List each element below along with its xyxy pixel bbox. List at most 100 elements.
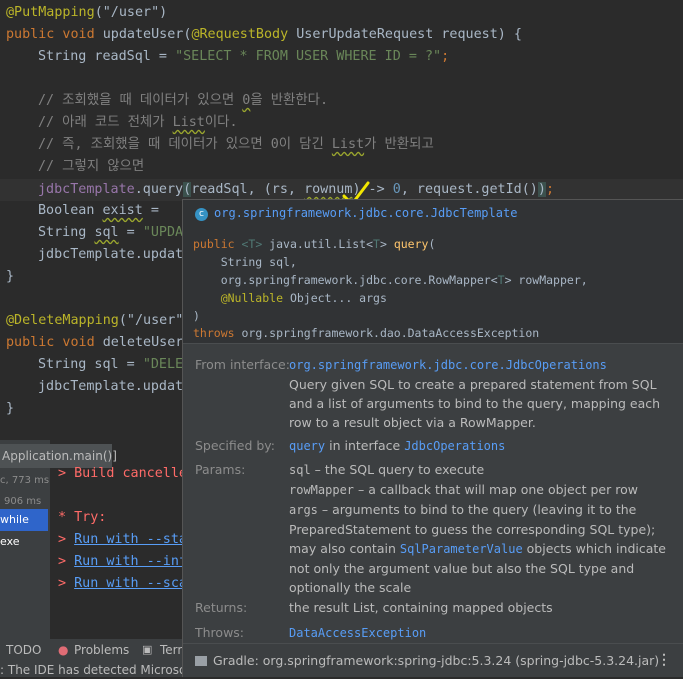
method-call: .query [134,182,184,197]
specified-by-label: Specified by: [195,438,276,453]
from-interface-label: From interface: [195,357,290,372]
from-interface-value: org.springframework.jdbc.core.JdbcOperat… [289,355,669,432]
code-text: ("/user" [118,313,184,328]
keyword: public void [6,335,103,350]
string-literal: "DELE [142,357,184,372]
interface-link[interactable]: JdbcOperations [404,439,505,453]
param-desc: – a callback that will map one object pe… [354,482,638,497]
problems-tab[interactable]: Problems [74,643,129,657]
code-line-14[interactable]: public void deleteUser [6,332,183,354]
console-run-option-1[interactable]: > Run with --sta [58,529,187,551]
terminal-icon: ▣ [142,643,153,656]
comment-text: List [331,137,365,152]
comment-line-4[interactable]: // 그렇지 않으면 [38,156,144,178]
param-name: sql [289,463,311,477]
code-text: = [142,203,159,218]
more-options-icon[interactable]: ⋮ [657,652,671,668]
returns-value: the result List, containing mapped objec… [289,600,553,615]
code-line-2[interactable]: public void updateUser(@RequestBody User… [6,24,522,46]
run-option-link[interactable]: Run with --sca [74,576,187,591]
semicolon: ; [441,49,450,64]
param-name: args [289,503,318,517]
paren: ) [537,182,546,197]
code-text: , request.getId() [400,182,538,197]
console-build-cancelled: > Build cancelle [58,466,187,481]
comment-text: // 즉, 조회했을 때 데이터가 있으면 0이 담긴 [38,137,332,152]
code-line-17[interactable]: } [6,398,14,420]
interface-link[interactable]: org.springframework.jdbc.core.JdbcOperat… [289,358,607,372]
console-run-option-3[interactable]: > Run with --sca [58,573,187,595]
prompt-marker: > [58,576,75,591]
code-line-1[interactable]: @PutMapping("/user") [6,2,167,24]
library-text: Gradle: org.springframework:spring-jdbc:… [213,653,660,668]
comment-text: 이다. [204,115,238,130]
semicolon: ; [545,182,554,197]
params-label: Params: [195,462,246,477]
code-text: = [118,225,143,240]
param-type-link[interactable]: SqlParameterValue [400,542,523,556]
variable-name: exist [102,203,143,218]
comment-text: // 조회했을 때 데이터가 있으면 [38,93,243,108]
signature-line-3: org.springframework.jdbc.core.RowMapper<… [193,273,588,287]
signature-line-4: @Nullable Object... args [193,291,387,305]
signature-line-6: throws org.springframework.dao.DataAcces… [193,326,540,340]
keyword: public void [6,27,103,42]
exception-link[interactable]: DataAccessException [289,626,426,640]
signature-line-5: ) [193,309,200,323]
class-link[interactable]: c org.springframework.jdbc.core.JdbcTempl… [195,206,517,221]
params-value: sql – the SQL query to execute rowMapper… [289,460,669,597]
comment-line-3[interactable]: // 즉, 조회했을 때 데이터가 있으면 0이 담긴 List가 반환되고 [38,134,434,156]
string-literal: "UPDA [142,225,184,240]
prompt-marker: > [58,554,75,569]
method-link[interactable]: query [289,439,325,453]
field-name: jdbcTemplate [38,182,135,197]
method-name: updateUser( [102,27,192,42]
code-line-11[interactable]: jdbcTemplate.updat [38,244,183,266]
signature-line-2: String sql, [193,255,297,269]
code-text: readSql, (rs, [191,182,305,197]
run-time-1: c, 773 ms [0,475,50,486]
code-line-16[interactable]: jdbcTemplate.updat [38,376,183,398]
class-name[interactable]: org.springframework.jdbc.core.JdbcTempla… [214,206,517,220]
variable-name: sql [94,225,119,240]
comment-text: 가 반환되고 [364,137,434,152]
code-line-15[interactable]: String sql = "DELE [38,354,183,376]
code-line-10[interactable]: String sql = "UPDA [38,222,183,244]
code-text: Boolean [38,203,103,218]
problems-icon: ● [58,643,69,657]
annotation: @RequestBody [191,27,289,42]
comment-line-1[interactable]: // 조회했을 때 데이터가 있으면 0을 반환한다. [38,90,328,112]
todo-tab[interactable]: TODO [6,643,41,657]
code-line-9[interactable]: Boolean exist = [38,200,159,222]
console-run-option-2[interactable]: > Run with --inf [58,551,187,573]
code-text: ("/user") [94,5,168,20]
comment-text: List [172,115,205,130]
throws-label: Throws: [195,625,245,640]
comment-line-2[interactable]: // 아래 코드 전체가 List이다. [38,112,238,134]
annotation: @PutMapping [6,5,95,20]
comment-text: 을 반환한다. [250,93,329,108]
code-text: String [38,225,95,240]
code-text: String sql = [38,357,143,372]
method-name: deleteUser [102,335,184,350]
run-option-link[interactable]: Run with --sta [74,532,187,547]
gradle-library: Gradle: org.springframework:spring-jdbc:… [195,653,659,668]
documentation-popup[interactable]: c org.springframework.jdbc.core.JdbcTempl… [182,199,683,677]
specified-by-value: query in interface JdbcOperations [289,438,506,453]
signature-line-1: public <T> java.util.List<T> query( [193,237,436,251]
param-desc: – the SQL query to execute [310,462,485,477]
throws-value: DataAccessException [289,623,669,643]
string-literal: "SELECT * FROM USER WHERE ID = ?" [175,49,442,64]
run-tree-selected-item[interactable]: while exe [0,509,48,548]
method-description: Query given SQL to create a prepared sta… [289,377,661,430]
code-line-13[interactable]: @DeleteMapping("/user" [6,310,183,332]
class-icon: c [195,208,208,221]
number-literal: 0 [392,182,401,197]
code-line-12[interactable]: } [6,266,14,288]
code-line-query[interactable]: jdbcTemplate.query(readSql, (rs, rownum)… [38,179,554,201]
run-option-link[interactable]: Run with --inf [74,554,187,569]
prompt-marker: > [58,532,75,547]
code-line-3[interactable]: String readSql = "SELECT * FROM USER WHE… [38,46,449,68]
comment-text: // 아래 코드 전체가 [38,115,173,130]
returns-label: Returns: [195,600,248,615]
